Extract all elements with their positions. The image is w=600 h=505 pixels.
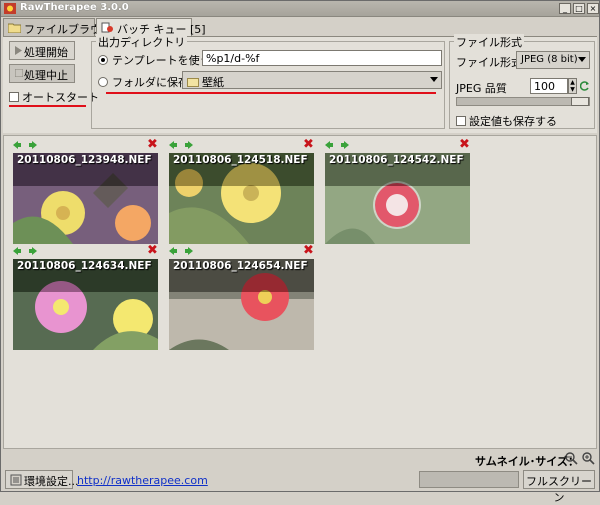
file-format-title: ファイル形式 [454,34,524,50]
thumbnail-image: 20110806_124518.NEF [169,153,314,244]
preferences-icon [10,474,22,486]
move-arrows-icon[interactable] [13,140,37,150]
delete-icon[interactable]: ✖ [459,138,470,151]
thumbnail-item[interactable]: ✖ 20110806_124518.NEF [169,138,314,246]
progress-bar [419,471,519,488]
app-logo-icon [4,3,16,14]
zoom-out-icon[interactable] [565,452,578,465]
thumbnail-overlay [325,186,470,244]
thumbnail-filename: 20110806_124542.NEF [329,154,464,166]
file-format-group: ファイル形式 ファイル形式： JPEG (8 bit) JPEG 品質 100 … [449,34,595,129]
template-input[interactable]: %p1/d-%f [202,50,442,66]
thumbnail-overlay [13,292,158,350]
start-processing-button[interactable]: 処理開始 [9,41,75,60]
template-radio-dot[interactable] [98,55,108,65]
preferences-button[interactable]: 環境設定... [5,470,79,489]
delete-icon[interactable]: ✖ [147,138,158,151]
delete-icon[interactable]: ✖ [303,244,314,257]
start-processing-label: 処理開始 [24,46,68,59]
thumbnail-overlay [169,186,314,244]
folder-icon [187,78,199,87]
highlight-underline [9,105,86,107]
thumbnail-item[interactable]: ✖ 20110806_123948.NEF [13,138,158,246]
save-params-checkbox[interactable]: 設定値も保存する [456,113,557,129]
file-format-select[interactable]: JPEG (8 bit) [516,51,590,69]
save-params-label: 設定値も保存する [469,115,557,128]
thumbnail-overlay [169,292,314,350]
app-window: RawTherapee 3.0.0 _ □ × ファイルブラウザ バッチ キュー… [0,0,600,504]
queue-count: [5] [190,23,206,36]
folder-select[interactable]: 壁紙 [182,71,442,89]
status-bar: 環境設定... http://rawtherapee.com フルスクリーン [3,470,597,504]
reset-icon[interactable] [580,80,590,91]
thumbnail-filename: 20110806_124634.NEF [17,260,152,272]
thumbnail-image: 20110806_123948.NEF [13,153,158,244]
jpeg-quality-slider[interactable] [456,97,590,106]
auto-start-checkbox[interactable]: オートスタート [9,89,99,105]
thumbnail-image: 20110806_124634.NEF [13,259,158,350]
move-arrows-icon[interactable] [169,246,193,256]
output-directory-title: 出力ディレクトリ [96,34,188,50]
thumbnail-filename: 20110806_124654.NEF [173,260,308,272]
highlight-underline [106,92,436,94]
thumbnail-size-label: サムネイル･サイズ： [475,455,579,468]
title-bar: RawTherapee 3.0.0 _ □ × [1,1,599,17]
batch-queue-icon [101,22,113,33]
save-params-check[interactable] [456,116,466,126]
thumbnail-image: 20110806_124654.NEF [169,259,314,350]
chevron-down-icon [430,77,438,82]
slider-thumb[interactable] [571,97,589,106]
thumbnail-filename: 20110806_124518.NEF [173,154,308,166]
chevron-down-icon [578,57,586,62]
delete-icon[interactable]: ✖ [147,244,158,257]
jpeg-quality-input[interactable]: 100 [530,78,568,94]
maximize-button[interactable]: □ [573,3,585,14]
move-arrows-icon[interactable] [169,140,193,150]
play-icon [15,46,22,55]
thumbnail-item[interactable]: ✖ 20110806_124542.NEF [325,138,470,246]
batch-queue-thumbnails[interactable]: ✖ 20110806_123948.NEF ✖ 20110806_124518.… [3,135,597,449]
close-button[interactable]: × [587,3,599,14]
move-arrows-icon[interactable] [13,246,37,256]
thumbnail-image: 20110806_124542.NEF [325,153,470,244]
jpeg-quality-label: JPEG 品質 [456,82,507,95]
thumbnail-overlay [13,186,158,244]
website-link[interactable]: http://rawtherapee.com [77,474,208,487]
folder-icon [8,23,21,33]
thumbnail-item[interactable]: ✖ 20110806_124634.NEF [13,244,158,352]
folder-value: 壁紙 [202,76,224,89]
folder-radio-dot[interactable] [98,77,108,87]
tab-file-browser[interactable]: ファイルブラウザ [3,18,112,36]
zoom-in-icon[interactable] [582,452,595,465]
move-arrows-icon[interactable] [325,140,349,150]
auto-start-label: オートスタート [22,91,99,104]
thumbnail-item[interactable]: ✖ 20110806_124654.NEF [169,244,314,352]
stop-processing-label: 処理中止 [24,69,68,82]
queue-settings-panel: 処理開始 処理中止 オートスタート 出力ディレクトリ テンプレートを使う： %p… [3,34,597,133]
format-value: JPEG (8 bit) [521,54,578,65]
stop-icon [15,69,23,77]
fullscreen-button[interactable]: フルスクリーン [523,470,595,504]
delete-icon[interactable]: ✖ [303,138,314,151]
stop-processing-button[interactable]: 処理中止 [9,64,75,83]
auto-start-check[interactable] [9,92,19,102]
thumbnail-filename: 20110806_123948.NEF [17,154,152,166]
preferences-label: 環境設定... [24,475,79,488]
thumbnail-size-bar: サムネイル･サイズ： [3,450,597,468]
minimize-button[interactable]: _ [559,3,571,14]
output-directory-group: 出力ディレクトリ テンプレートを使う： %p1/d-%f フォルダに保存： 壁紙 [91,34,445,129]
window-title: RawTherapee 3.0.0 [20,2,129,13]
quality-spin-button[interactable]: ▲ ▼ [568,78,577,94]
